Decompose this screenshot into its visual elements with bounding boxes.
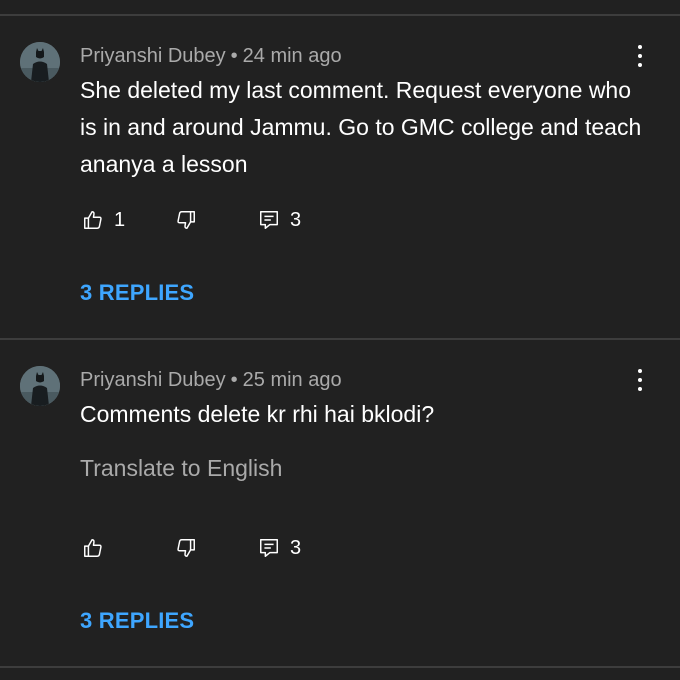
meta-separator: • bbox=[230, 45, 238, 67]
comment-time[interactable]: 24 min ago bbox=[243, 45, 342, 67]
thumbs-down-icon bbox=[177, 211, 195, 229]
comment-item: Priyanshi Dubey • 24 min ago She deleted m… bbox=[0, 16, 680, 338]
thumbs-up-icon bbox=[84, 211, 102, 229]
avatar[interactable] bbox=[20, 42, 60, 82]
like-button[interactable] bbox=[82, 535, 104, 561]
reply-button[interactable]: 3 bbox=[258, 207, 301, 233]
comment-meta: Priyanshi Dubey • 25 min ago bbox=[80, 368, 342, 392]
like-button[interactable]: 1 bbox=[82, 207, 125, 233]
more-vertical-icon[interactable] bbox=[630, 367, 650, 393]
comment-text: Comments delete kr rhi hai bklodi? bbox=[80, 401, 435, 427]
meta-separator: • bbox=[230, 369, 238, 391]
divider-bottom bbox=[0, 666, 680, 668]
comment-time[interactable]: 25 min ago bbox=[243, 369, 342, 391]
author-name[interactable]: Priyanshi Dubey bbox=[80, 45, 226, 67]
translate-link[interactable]: Translate to English bbox=[80, 454, 282, 482]
view-replies-link[interactable]: 3 REPLIES bbox=[80, 608, 194, 634]
comment-meta: Priyanshi Dubey • 24 min ago bbox=[80, 44, 342, 68]
reply-comment-icon bbox=[260, 211, 278, 229]
thumbs-down-icon bbox=[177, 539, 195, 557]
reply-count: 3 bbox=[290, 536, 302, 559]
reply-count: 3 bbox=[290, 208, 302, 231]
view-replies-link[interactable]: 3 REPLIES bbox=[80, 280, 194, 306]
like-count: 1 bbox=[114, 208, 126, 231]
dislike-button[interactable] bbox=[175, 535, 197, 561]
thumbs-up-icon bbox=[84, 539, 102, 557]
reply-comment-icon bbox=[260, 539, 278, 557]
reply-button[interactable]: 3 bbox=[258, 535, 301, 561]
avatar-image bbox=[20, 42, 60, 82]
avatar-image bbox=[20, 366, 60, 406]
avatar[interactable] bbox=[20, 366, 60, 406]
author-name[interactable]: Priyanshi Dubey bbox=[80, 369, 226, 391]
more-vertical-icon[interactable] bbox=[630, 43, 650, 69]
comment-item: Priyanshi Dubey • 25 min ago Comments dele… bbox=[0, 340, 680, 666]
comment-text: She deleted my last comment. Request eve… bbox=[80, 77, 642, 177]
dislike-button[interactable] bbox=[175, 207, 197, 233]
